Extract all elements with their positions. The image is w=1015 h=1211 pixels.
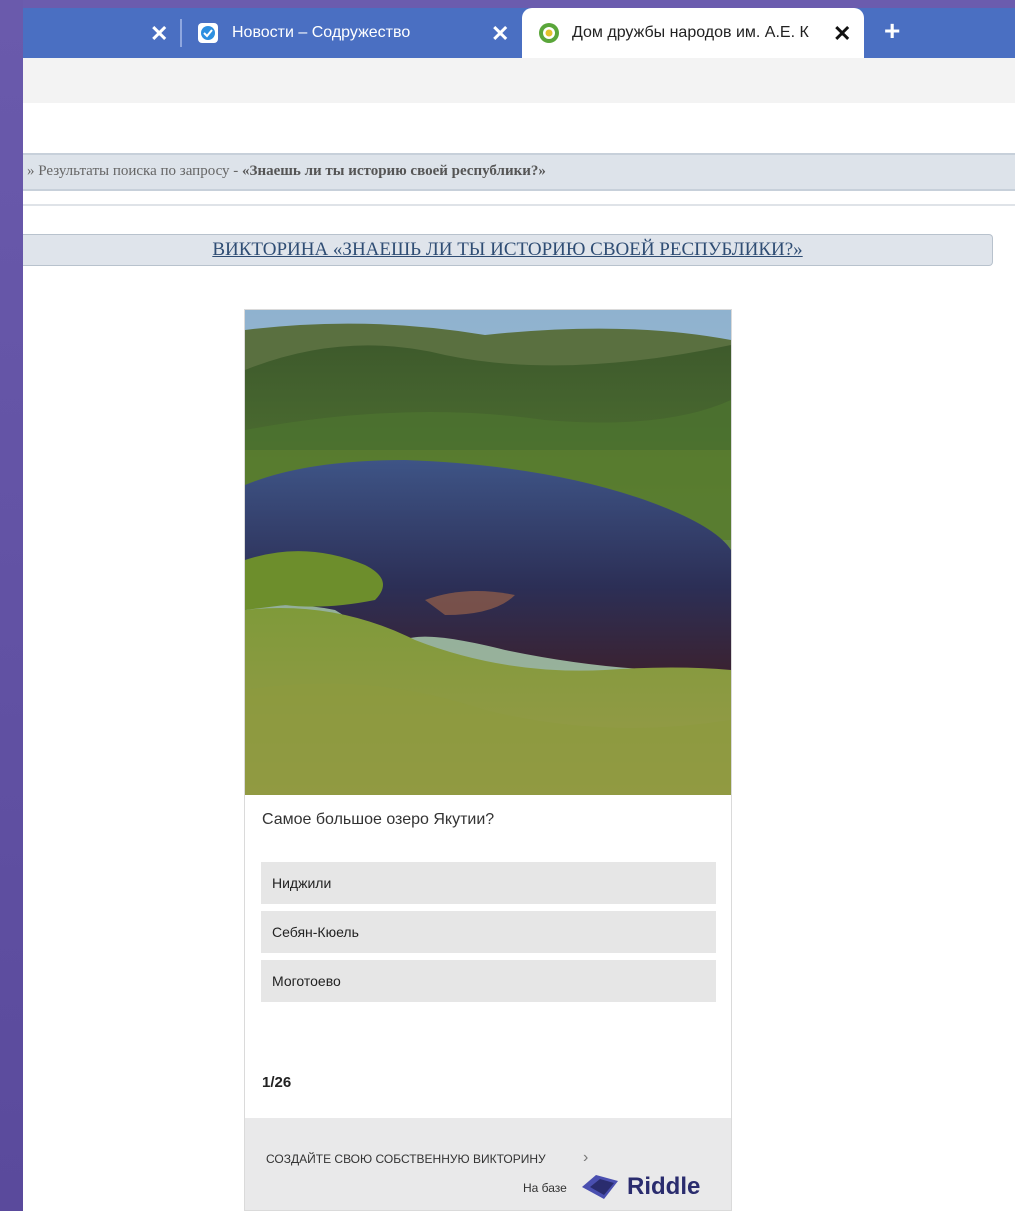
- green-leaf-icon: [538, 22, 560, 44]
- powered-by-label: На базе: [523, 1181, 567, 1195]
- background-frame-left: [0, 0, 23, 1211]
- riddle-brand-name[interactable]: Riddle: [627, 1173, 700, 1201]
- breadcrumb: » Результаты поиска по запросу - «Знаешь…: [27, 163, 546, 180]
- answer-option[interactable]: Моготоево: [261, 960, 716, 1002]
- quiz-question: Самое большое озеро Якутии?: [262, 811, 495, 828]
- riddle-logo-icon[interactable]: [580, 1172, 620, 1202]
- close-icon[interactable]: ✕: [833, 23, 851, 45]
- answer-option[interactable]: Ниджили: [261, 862, 716, 904]
- tab-dom-druzhby[interactable]: Дом дружбы народов им. А.Е. К ✕: [522, 8, 864, 58]
- tab-title: Дом дружбы народов им. А.Е. К: [572, 24, 809, 41]
- breadcrumb-prefix: » Результаты поиска по запросу -: [27, 163, 243, 179]
- breadcrumb-query: «Знаешь ли ты историю своей республики?»: [242, 163, 546, 179]
- background-frame-top: [0, 0, 1015, 8]
- quiz-title-link[interactable]: ВИКТОРИНА «ЗНАЕШЬ ЛИ ТЫ ИСТОРИЮ СВОЕЙ РЕ…: [212, 239, 802, 260]
- shield-badge-icon: [197, 22, 219, 44]
- tab-separator: [180, 19, 182, 47]
- lake-photo: [245, 310, 731, 795]
- close-icon[interactable]: ✕: [491, 23, 509, 45]
- breadcrumb-bar: » Результаты поиска по запросу - «Знаешь…: [23, 153, 1015, 191]
- quiz-title-bar: ВИКТОРИНА «ЗНАЕШЬ ЛИ ТЫ ИСТОРИЮ СВОЕЙ РЕ…: [23, 234, 993, 266]
- create-quiz-link[interactable]: СОЗДАЙТЕ СВОЮ СОБСТВЕННУЮ ВИКТОРИНУ: [266, 1152, 546, 1166]
- quiz-footer: СОЗДАЙТЕ СВОЮ СОБСТВЕННУЮ ВИКТОРИНУ › На…: [245, 1118, 731, 1210]
- tab-novosti[interactable]: Новости – Содружество ✕: [188, 8, 520, 58]
- tab-title: Новости – Содружество: [232, 24, 411, 41]
- quiz-card: Самое большое озеро Якутии? Ниджили Себя…: [244, 309, 732, 1211]
- page-content: » Результаты поиска по запросу - «Знаешь…: [23, 103, 1015, 1211]
- close-icon[interactable]: ✕: [150, 23, 168, 45]
- chevron-right-icon[interactable]: ›: [583, 1149, 588, 1167]
- divider: [23, 204, 1015, 206]
- new-tab-button[interactable]: +: [884, 17, 900, 45]
- browser-toolbar: [23, 58, 1015, 103]
- quiz-progress: 1/26: [262, 1074, 292, 1091]
- answer-option[interactable]: Себян-Кюель: [261, 911, 716, 953]
